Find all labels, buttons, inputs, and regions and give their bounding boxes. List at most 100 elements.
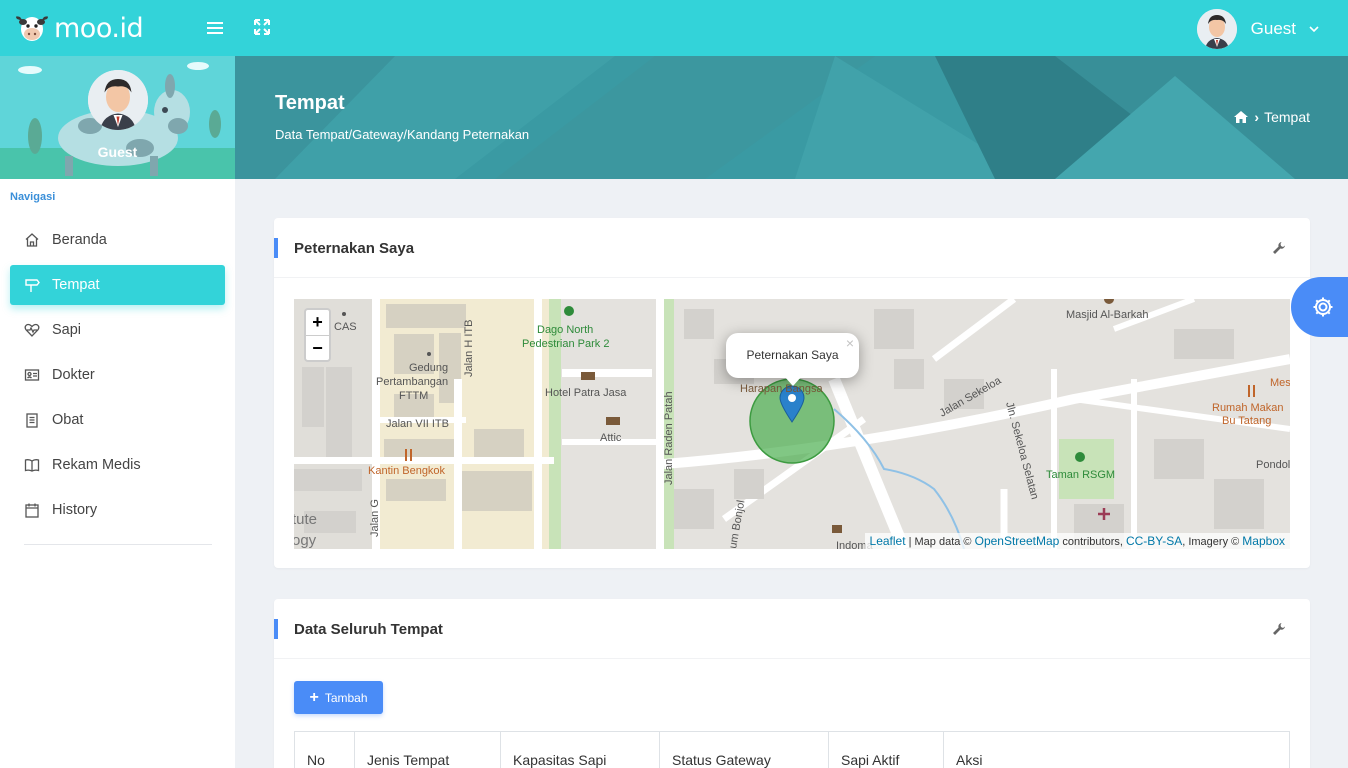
heart-pulse-icon — [24, 322, 40, 338]
svg-text:Mes: Mes — [1270, 377, 1290, 389]
home-icon[interactable] — [1233, 110, 1249, 124]
profile-avatar — [88, 70, 148, 130]
svg-text:Gedung: Gedung — [409, 362, 448, 374]
svg-text:Kantin Bengkok: Kantin Bengkok — [368, 465, 446, 477]
mapbox-link[interactable]: Mapbox — [1242, 534, 1285, 548]
sidebar-item-label: Sapi — [52, 322, 82, 338]
settings-button[interactable] — [1291, 277, 1348, 337]
svg-text:Jalan Raden Patah: Jalan Raden Patah — [663, 391, 675, 485]
svg-text:Hotel Patra Jasa: Hotel Patra Jasa — [545, 387, 627, 399]
user-name: Guest — [1250, 19, 1296, 38]
sidebar-item-rekam-medis[interactable]: Rekam Medis — [10, 445, 225, 485]
sidebar-item-dokter[interactable]: Dokter — [10, 355, 225, 395]
card-title: Peternakan Saya — [294, 240, 415, 257]
card-peternakan-saya: Peternakan Saya CAS Dago North Pedestria… — [274, 218, 1310, 568]
table-header-cell[interactable]: Jenis Tempat — [355, 732, 501, 768]
map-zoom-control: + − — [304, 308, 331, 362]
breadcrumb-current: Tempat — [1264, 109, 1310, 125]
attribution-text: | Map data © — [905, 536, 975, 548]
sidebar: Guest Navigasi Beranda Tempat Sapi Dokte… — [0, 56, 235, 768]
svg-text:Jalan VII ITB: Jalan VII ITB — [386, 418, 449, 430]
map-attribution: Leaflet | Map data © OpenStreetMap contr… — [864, 533, 1290, 549]
sidebar-item-label: Tempat — [52, 277, 100, 293]
table-header-cell[interactable]: Sapi Aktif — [829, 732, 944, 768]
app-logo[interactable]: moo.id — [14, 10, 144, 46]
plus-icon: + — [309, 688, 319, 706]
card-accent-bar — [274, 619, 278, 639]
map-view[interactable]: CAS Dago North Pedestrian Park 2 Gedung … — [294, 299, 1290, 549]
sidebar-item-label: Dokter — [52, 367, 95, 383]
sidebar-item-history[interactable]: History — [10, 490, 225, 530]
top-navbar: moo.id Guest — [0, 0, 1348, 56]
table-header-cell[interactable]: Aksi — [944, 732, 1289, 768]
openstreetmap-link[interactable]: OpenStreetMap — [975, 534, 1060, 548]
wrench-icon[interactable] — [1272, 622, 1286, 636]
header-pattern — [235, 56, 1348, 179]
add-place-button[interactable]: + Tambah — [294, 681, 383, 714]
svg-text:Dago North: Dago North — [537, 324, 593, 336]
signpost-icon — [24, 277, 40, 293]
svg-text:Harapan Bangsa: Harapan Bangsa — [740, 383, 823, 395]
zoom-in-button[interactable]: + — [306, 310, 329, 335]
sidebar-item-label: Rekam Medis — [52, 457, 141, 473]
sidebar-profile: Guest — [0, 56, 235, 179]
book-icon — [24, 457, 40, 473]
card-header: Data Seluruh Tempat — [274, 599, 1310, 659]
fullscreen-icon[interactable] — [252, 17, 272, 37]
table-header-cell[interactable]: Kapasitas Sapi — [501, 732, 660, 768]
svg-text:Pondol: Pondol — [1256, 459, 1290, 471]
svg-text:Jalan H ITB: Jalan H ITB — [463, 320, 475, 377]
svg-text:tute: tute — [294, 511, 317, 528]
hamburger-menu-icon[interactable] — [205, 18, 225, 38]
page-header: Tempat Data Tempat/Gateway/Kandang Peter… — [235, 56, 1348, 179]
map-popup: Peternakan Saya × — [726, 333, 859, 386]
avatar — [1196, 9, 1237, 49]
chevron-down-icon — [1309, 26, 1319, 33]
svg-text:ogy: ogy — [294, 532, 317, 549]
sidebar-item-tempat[interactable]: Tempat — [10, 265, 225, 305]
leaflet-link[interactable]: Leaflet — [870, 534, 906, 548]
svg-text:Rumah Makan: Rumah Makan — [1212, 402, 1284, 414]
svg-text:Masjid Al-Barkah: Masjid Al-Barkah — [1066, 309, 1149, 321]
popup-close-button[interactable]: × — [846, 335, 854, 351]
svg-text:Jalan G: Jalan G — [369, 499, 381, 537]
table-header-cell[interactable]: Status Gateway — [660, 732, 829, 768]
profile-name: Guest — [97, 144, 138, 160]
svg-text:Pertambangan: Pertambangan — [376, 376, 448, 388]
popup-text: Peternakan Saya — [746, 348, 839, 362]
add-button-label: Tambah — [324, 690, 368, 705]
zoom-out-button[interactable]: − — [306, 335, 329, 360]
table-header-cell[interactable]: No — [295, 732, 355, 768]
page-title: Tempat — [275, 92, 345, 114]
svg-text:Attic: Attic — [600, 432, 622, 444]
brand-name: moo.id — [54, 12, 144, 44]
svg-text:Pedestrian Park 2: Pedestrian Park 2 — [522, 338, 609, 350]
popup-tip — [784, 376, 802, 386]
svg-text:CAS: CAS — [334, 321, 357, 333]
sidebar-item-beranda[interactable]: Beranda — [10, 220, 225, 260]
card-title: Data Seluruh Tempat — [294, 621, 443, 638]
cow-logo-icon — [16, 16, 48, 41]
nav-caption: Navigasi — [10, 191, 56, 203]
svg-text:Bu Tatang: Bu Tatang — [1222, 415, 1271, 427]
home-icon — [24, 232, 40, 248]
sidebar-item-label: History — [52, 502, 98, 518]
attribution-text: contributors, — [1059, 536, 1126, 548]
breadcrumb-separator: › — [1254, 109, 1260, 125]
calendar-icon — [24, 502, 40, 518]
wrench-icon[interactable] — [1272, 241, 1286, 255]
breadcrumb: › Tempat — [1233, 109, 1310, 125]
card-accent-bar — [274, 238, 278, 258]
card-header: Peternakan Saya — [274, 218, 1310, 278]
user-menu[interactable]: Guest — [1196, 9, 1320, 49]
sidebar-item-sapi[interactable]: Sapi — [10, 310, 225, 350]
page-subtitle: Data Tempat/Gateway/Kandang Peternakan — [275, 127, 530, 142]
sidebar-item-obat[interactable]: Obat — [10, 400, 225, 440]
card-data-seluruh-tempat: Data Seluruh Tempat + Tambah No Jenis Te… — [274, 599, 1310, 768]
svg-text:FTTM: FTTM — [399, 390, 428, 402]
id-card-icon — [24, 367, 40, 383]
gear-icon — [1313, 297, 1333, 317]
cc-by-sa-link[interactable]: CC-BY-SA — [1126, 534, 1182, 548]
sidebar-item-label: Beranda — [52, 232, 107, 248]
nav-divider — [24, 544, 212, 545]
